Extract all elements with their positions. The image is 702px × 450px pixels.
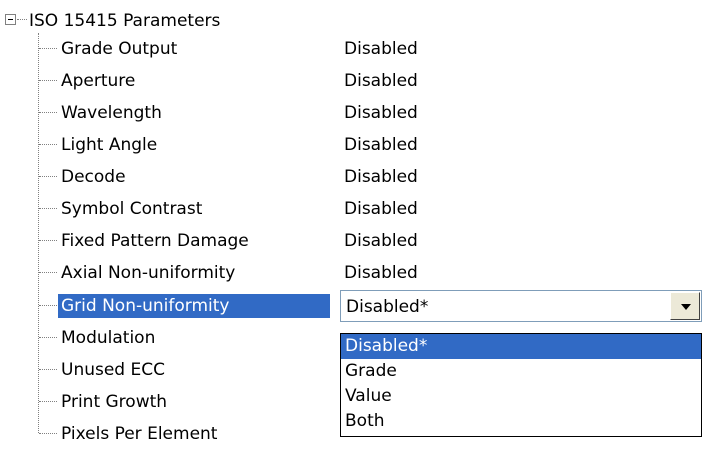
row-value[interactable]: Disabled — [344, 133, 418, 157]
row-label[interactable]: Modulation — [60, 326, 156, 350]
grid-non-uniformity-combobox[interactable]: Disabled* — [340, 290, 702, 322]
row-label[interactable]: Grade Output — [60, 37, 178, 61]
chevron-down-icon — [681, 304, 691, 310]
tree-row-light-angle[interactable]: Light Angle Disabled — [0, 129, 702, 161]
row-value[interactable]: Disabled — [344, 101, 418, 125]
row-label[interactable]: Symbol Contrast — [60, 197, 203, 221]
row-label[interactable]: Unused ECC — [60, 358, 166, 382]
option-grade[interactable]: Grade — [341, 359, 701, 384]
option-disabled[interactable]: Disabled* — [341, 334, 701, 359]
row-label[interactable]: Pixels Per Element — [60, 422, 218, 446]
row-label[interactable]: Axial Non-uniformity — [60, 261, 236, 285]
row-label[interactable]: Print Growth — [60, 390, 168, 414]
dropdown-list: Disabled* Grade Value Both — [340, 333, 702, 437]
tree-row-axial-non-uniformity[interactable]: Axial Non-uniformity Disabled — [0, 257, 702, 289]
row-value[interactable]: Disabled — [344, 165, 418, 189]
row-label[interactable]: Aperture — [60, 69, 136, 93]
row-value[interactable]: Disabled — [344, 229, 418, 253]
row-value[interactable]: Disabled — [344, 261, 418, 285]
row-value[interactable]: Disabled — [344, 37, 418, 61]
row-label[interactable]: Wavelength — [60, 101, 163, 125]
tree-root-row[interactable]: ISO 15415 Parameters — [0, 9, 400, 33]
row-label-selected[interactable]: Grid Non-uniformity — [58, 294, 330, 318]
row-label[interactable]: Light Angle — [60, 133, 158, 157]
tree-row-fixed-pattern-damage[interactable]: Fixed Pattern Damage Disabled — [0, 225, 702, 257]
tree-row-symbol-contrast[interactable]: Symbol Contrast Disabled — [0, 193, 702, 225]
row-label[interactable]: Decode — [60, 165, 127, 189]
iso-15415-parameters-tree: ISO 15415 Parameters Grade Output Disabl… — [0, 0, 702, 445]
row-label[interactable]: Fixed Pattern Damage — [60, 229, 250, 253]
tree-root-label[interactable]: ISO 15415 Parameters — [29, 9, 220, 33]
combobox-value[interactable]: Disabled* — [346, 295, 428, 319]
collapse-minus-icon[interactable] — [5, 14, 16, 25]
tree-row-wavelength[interactable]: Wavelength Disabled — [0, 97, 702, 129]
row-value[interactable]: Disabled — [344, 69, 418, 93]
dropdown-button[interactable] — [670, 292, 700, 320]
tree-row-grade-output[interactable]: Grade Output Disabled — [0, 33, 702, 65]
tree-row-decode[interactable]: Decode Disabled — [0, 161, 702, 193]
row-value[interactable]: Disabled — [344, 197, 418, 221]
option-value[interactable]: Value — [341, 384, 701, 409]
option-both[interactable]: Both — [341, 409, 701, 434]
tree-connector — [17, 19, 27, 20]
tree-row-aperture[interactable]: Aperture Disabled — [0, 65, 702, 97]
